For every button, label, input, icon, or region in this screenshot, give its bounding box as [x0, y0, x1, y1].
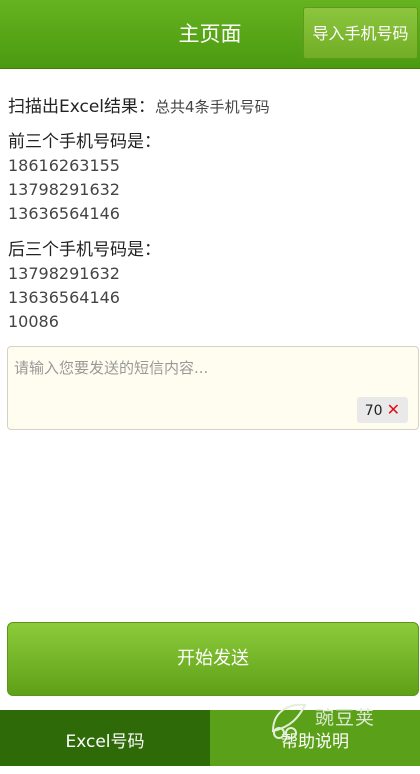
phone-number: 13798291632: [8, 180, 120, 199]
phone-number: 18616263155: [8, 156, 120, 175]
phone-number: 13798291632: [8, 264, 120, 283]
scan-result-value: 总共4条手机号码: [155, 98, 270, 116]
phone-number: 10086: [8, 312, 59, 331]
results-panel: 扫描出Excel结果：总共4条手机号码 前三个手机号码是： 1861626315…: [8, 92, 412, 334]
import-phone-numbers-button[interactable]: 导入手机号码: [303, 7, 418, 59]
watermark-text: 豌豆荚: [315, 707, 376, 729]
wandoujia-watermark: 豌豆荚: [265, 695, 415, 745]
message-input[interactable]: 请输入您要发送的短信内容... 70 ✕: [7, 346, 419, 430]
char-counter-clear-button[interactable]: 70 ✕: [356, 397, 408, 423]
char-count: 70: [364, 403, 383, 419]
close-icon[interactable]: ✕: [387, 400, 400, 419]
phone-number: 13636564146: [8, 204, 120, 223]
first-three-title: 前三个手机号码是：: [8, 132, 161, 152]
scan-result-line: 扫描出Excel结果：总共4条手机号码: [8, 92, 412, 122]
start-send-button[interactable]: 开始发送: [7, 622, 419, 696]
phone-number: 13636564146: [8, 288, 120, 307]
last-three-title: 后三个手机号码是：: [8, 240, 161, 260]
tab-excel-numbers[interactable]: Excel号码: [0, 710, 210, 766]
scan-result-label: 扫描出Excel结果：: [8, 97, 156, 117]
app-header: 主页面 导入手机号码: [0, 0, 420, 69]
watermark-logo-icon: [271, 703, 307, 739]
message-placeholder: 请输入您要发送的短信内容...: [14, 359, 209, 377]
